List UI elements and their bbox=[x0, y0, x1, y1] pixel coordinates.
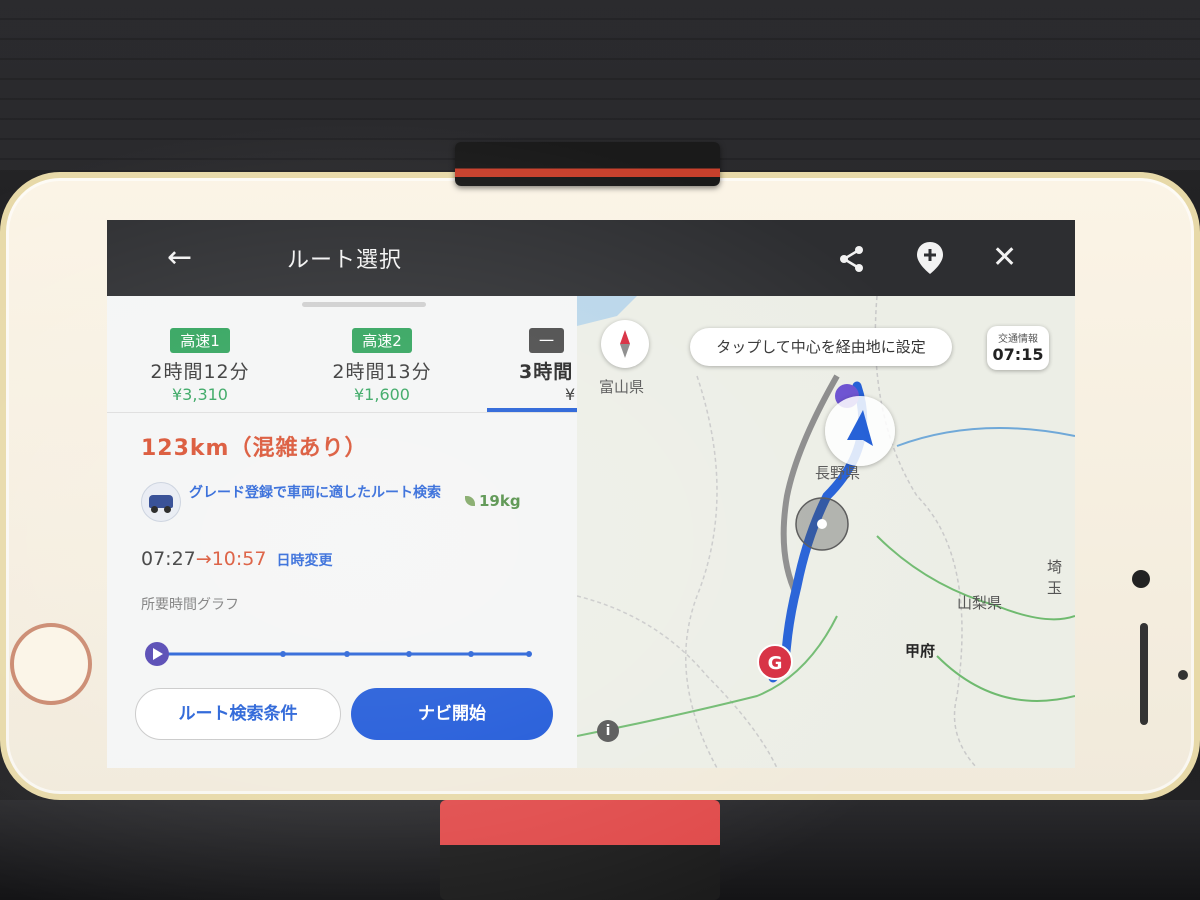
map-label-kofu: 甲府 bbox=[905, 642, 936, 660]
drag-handle[interactable] bbox=[302, 302, 426, 307]
tab-badge: 高速2 bbox=[352, 328, 412, 353]
arrow-icon: → bbox=[195, 548, 212, 570]
share-icon[interactable] bbox=[835, 242, 869, 276]
car-icon bbox=[141, 482, 181, 522]
route-distance: 123km（混雑あり） bbox=[141, 436, 368, 461]
vehicle-grade-link[interactable]: グレード登録で車両に適したルート検索 bbox=[189, 484, 459, 502]
duration-graph[interactable] bbox=[143, 640, 535, 668]
co2-emission: 19kg bbox=[465, 492, 521, 510]
route-conditions-button[interactable]: ルート検索条件 bbox=[135, 688, 341, 740]
duration-graph-label: 所要時間グラフ bbox=[141, 597, 239, 613]
waypoint-hint[interactable]: タップして中心を経由地に設定 bbox=[690, 328, 952, 366]
tab-toll-price: ¥3,310 bbox=[172, 385, 228, 404]
tab-badge: 一 bbox=[529, 328, 565, 353]
tab-route-2[interactable]: 高速2 2時間13分 ¥1,600 bbox=[297, 328, 467, 404]
tab-toll-price: ¥ bbox=[565, 385, 576, 404]
goal-marker[interactable]: G bbox=[757, 644, 793, 680]
tab-route-3[interactable]: 一 3時間 ¥ bbox=[479, 328, 589, 404]
traffic-label: 交通情報 bbox=[998, 334, 1038, 345]
map-label-nagano: 長野県 bbox=[815, 464, 861, 482]
depart-time: 07:27 bbox=[141, 548, 196, 570]
selected-tab-indicator bbox=[487, 408, 587, 412]
traffic-time: 07:15 bbox=[992, 345, 1044, 364]
current-location-icon[interactable] bbox=[825, 396, 895, 466]
add-waypoint-pin-icon[interactable] bbox=[913, 240, 947, 276]
tab-divider bbox=[107, 412, 577, 413]
tab-duration: 2時間12分 bbox=[150, 361, 250, 383]
tab-badge: 高速1 bbox=[170, 328, 230, 353]
tab-duration: 2時間13分 bbox=[332, 361, 432, 383]
date-change-link[interactable]: 日時変更 bbox=[276, 553, 332, 569]
map-label-saitama: 埼玉 bbox=[1047, 558, 1063, 597]
info-icon[interactable]: i bbox=[597, 720, 619, 742]
earpiece-speaker bbox=[1140, 623, 1148, 725]
map-label-yamanashi: 山梨県 bbox=[957, 594, 1003, 612]
arrive-time: 10:57 bbox=[211, 548, 267, 570]
route-map[interactable]: タップして中心を経由地に設定 交通情報 07:15 富山県 長野県 山梨県 甲府… bbox=[577, 296, 1075, 768]
co2-value: 19kg bbox=[479, 492, 521, 510]
tab-route-1[interactable]: 高速1 2時間12分 ¥3,310 bbox=[115, 328, 285, 404]
front-camera bbox=[1132, 570, 1150, 588]
map-label-toyama: 富山県 bbox=[599, 378, 645, 396]
leaf-icon bbox=[465, 496, 475, 506]
route-detail-panel: 高速1 2時間12分 ¥3,310 高速2 2時間13分 ¥1,600 一 3時… bbox=[107, 296, 587, 768]
top-bar: ← ルート選択 ✕ bbox=[107, 220, 1075, 296]
home-button[interactable] bbox=[10, 623, 92, 705]
time-row: 07:27→10:57 日時変更 bbox=[141, 548, 332, 570]
traffic-info-button[interactable]: 交通情報 07:15 bbox=[987, 326, 1049, 370]
tab-toll-price: ¥1,600 bbox=[354, 385, 410, 404]
phone-mount-top-clip bbox=[455, 142, 720, 186]
close-icon[interactable]: ✕ bbox=[992, 240, 1017, 275]
proximity-sensor bbox=[1178, 670, 1188, 680]
compass-icon[interactable] bbox=[601, 320, 649, 368]
back-arrow-icon[interactable]: ← bbox=[167, 240, 192, 275]
phone-mount-bottom-clip bbox=[440, 800, 720, 900]
tab-duration: 3時間 bbox=[519, 361, 574, 383]
page-title: ルート選択 bbox=[287, 248, 403, 273]
start-navigation-button[interactable]: ナビ開始 bbox=[351, 688, 553, 740]
app-screen: ← ルート選択 ✕ 高速1 2時間12分 ¥3,310 高速2 2時間13分 ¥… bbox=[107, 220, 1075, 768]
